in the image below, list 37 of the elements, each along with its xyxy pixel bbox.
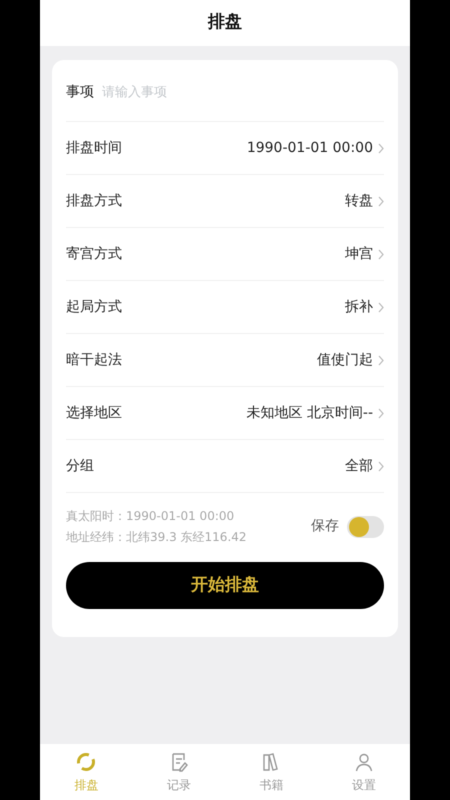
- chevron-icon: [378, 460, 384, 472]
- settings-row[interactable]: 选择地区 未知地区 北京时间--: [66, 387, 384, 440]
- info-text: 地址经纬：北纬39.3 东经116.42: [66, 529, 247, 546]
- row-value: 全部: [345, 456, 373, 476]
- chevron-icon: [378, 142, 384, 154]
- chevron-icon: [378, 248, 384, 260]
- info-text: 真太阳时：1990-01-01 00:00: [66, 508, 236, 525]
- row-label: 分组: [66, 456, 94, 476]
- chevron-icon: [378, 354, 384, 366]
- row-value: 未知地区 北京时间--: [246, 404, 373, 422]
- ring-icon: [75, 750, 98, 772]
- settings-row[interactable]: 排盘时间 1990-01-01 00:00: [66, 122, 384, 175]
- settings-row[interactable]: 起局方式 拆补: [66, 281, 384, 334]
- row-label: 排盘时间: [66, 138, 122, 158]
- settings-row[interactable]: 寄宫方式 坤宫: [66, 228, 384, 281]
- settings-row[interactable]: 排盘方式 转盘: [66, 175, 384, 228]
- input-field[interactable]: 请输入事项: [102, 82, 384, 102]
- row-label: 起局方式: [66, 298, 122, 316]
- settings-row[interactable]: 分组 全部: [66, 440, 384, 493]
- save-toggle[interactable]: [347, 516, 384, 538]
- row-value: 坤宫: [345, 244, 373, 264]
- row-value: 转盘: [345, 192, 373, 210]
- row-label: 寄宫方式: [66, 244, 122, 264]
- row-value: 值使门起: [317, 350, 373, 370]
- page-title: 排盘: [208, 11, 242, 34]
- toggle-label: 保存: [311, 517, 339, 536]
- settings-row[interactable]: 暗干起法 值使门起: [66, 334, 384, 387]
- chevron-icon: [378, 408, 384, 418]
- row-label: 选择地区: [66, 404, 122, 422]
- row-value: 拆补: [345, 298, 373, 316]
- row-label: 排盘方式: [66, 192, 122, 210]
- chevron-icon: [378, 196, 384, 206]
- field-label: 事项: [66, 83, 94, 102]
- row-label: 暗干起法: [66, 350, 122, 370]
- start-button[interactable]: 开始排盘: [66, 562, 384, 609]
- row-value: 1990-01-01 00:00: [246, 138, 373, 158]
- chevron-icon: [378, 302, 384, 312]
